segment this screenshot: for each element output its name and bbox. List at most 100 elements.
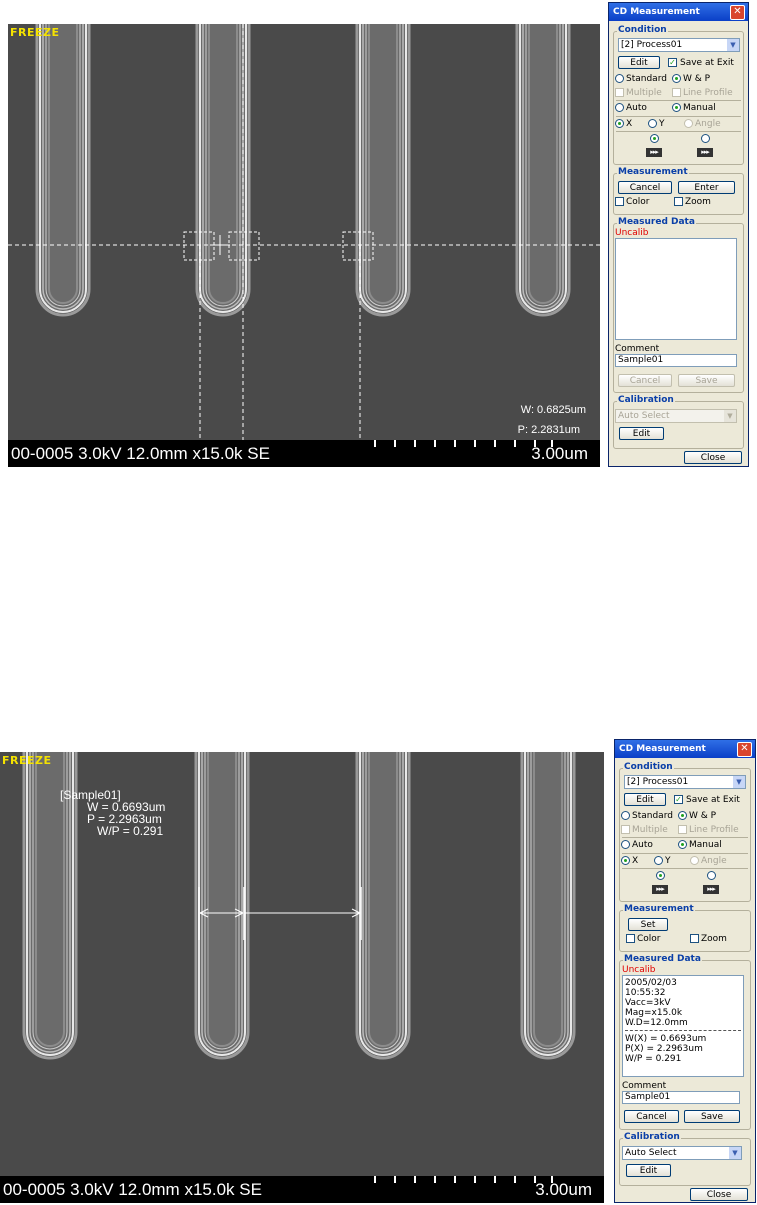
auto-radio[interactable] bbox=[615, 103, 624, 112]
edit-condition-button[interactable]: Edit bbox=[618, 56, 660, 69]
comment-field[interactable]: Sample01 bbox=[615, 354, 737, 367]
direction-radio-2[interactable] bbox=[707, 871, 716, 880]
calibration-select[interactable]: Auto Select ▼ bbox=[615, 409, 737, 423]
wp-radio[interactable] bbox=[672, 74, 681, 83]
direction-radio-1[interactable] bbox=[656, 871, 665, 880]
process-select[interactable]: [2] Process01 ▼ bbox=[624, 775, 746, 789]
measured-data-title: Measured Data bbox=[617, 217, 696, 227]
trench-line bbox=[41, 24, 85, 311]
trench-line bbox=[361, 752, 405, 1054]
x-radio[interactable] bbox=[621, 856, 630, 865]
data-line: 10:55:32 bbox=[625, 988, 666, 998]
condition-title: Condition bbox=[623, 762, 674, 772]
data-line: W(X) = 0.6693um bbox=[625, 1034, 707, 1044]
y-radio[interactable] bbox=[648, 119, 657, 128]
edit-calibration-button[interactable]: Edit bbox=[626, 1164, 671, 1177]
edit-calibration-button[interactable]: Edit bbox=[619, 427, 664, 440]
process-select-value: [2] Process01 bbox=[621, 40, 683, 50]
dialog-titlebar[interactable]: CD Measurement ✕ bbox=[609, 3, 748, 21]
sem-info-text: 00-0005 3.0kV 12.0mm x15.0k SE bbox=[11, 444, 270, 463]
edge-direction-icon: ▸▸▸ bbox=[697, 148, 713, 157]
sem-image-top: FREEZE W: 0.6825um P: 2.2831um 00-0005 3… bbox=[8, 24, 600, 467]
calibration-group: Calibration Auto Select ▼ Edit bbox=[619, 1132, 751, 1186]
measured-data-title: Measured Data bbox=[623, 954, 702, 964]
x-radio[interactable] bbox=[615, 119, 624, 128]
sem-lines-top bbox=[8, 24, 600, 440]
cancel-measurement-button[interactable]: Cancel bbox=[618, 181, 672, 194]
y-radio[interactable] bbox=[654, 856, 663, 865]
calibration-select-value: Auto Select bbox=[618, 411, 670, 421]
calibration-select[interactable]: Auto Select ▼ bbox=[622, 1146, 742, 1160]
x-label: X bbox=[632, 856, 639, 866]
comment-label: Comment bbox=[622, 1081, 667, 1091]
angle-radio[interactable] bbox=[690, 856, 699, 865]
sem-info-text: 00-0005 3.0kV 12.0mm x15.0k SE bbox=[3, 1180, 262, 1199]
x-label: X bbox=[626, 119, 633, 129]
annotation-ratio: W/P = 0.291 bbox=[97, 824, 164, 838]
trench-line bbox=[201, 24, 245, 311]
divider bbox=[622, 868, 748, 869]
close-button[interactable]: Close bbox=[684, 451, 742, 464]
line-profile-checkbox[interactable] bbox=[678, 825, 687, 834]
edge-direction-icon: ▸▸▸ bbox=[703, 885, 719, 894]
color-checkbox[interactable] bbox=[615, 197, 624, 206]
edit-condition-button[interactable]: Edit bbox=[624, 793, 666, 806]
dialog-titlebar[interactable]: CD Measurement ✕ bbox=[615, 740, 755, 758]
zoom-label: Zoom bbox=[685, 197, 711, 207]
standard-label: Standard bbox=[632, 811, 673, 821]
close-icon[interactable]: ✕ bbox=[730, 5, 745, 20]
calibration-title: Calibration bbox=[623, 1132, 681, 1142]
enter-button[interactable]: Enter bbox=[678, 181, 735, 194]
zoom-checkbox[interactable] bbox=[674, 197, 683, 206]
angle-label: Angle bbox=[701, 856, 727, 866]
color-checkbox[interactable] bbox=[626, 934, 635, 943]
cancel-data-button[interactable]: Cancel bbox=[618, 374, 672, 387]
freeze-label: FREEZE bbox=[2, 754, 52, 767]
save-button[interactable]: Save bbox=[678, 374, 735, 387]
multiple-label: Multiple bbox=[626, 88, 662, 98]
save-at-exit-checkbox[interactable]: ✓ bbox=[668, 58, 677, 67]
data-line: W/P = 0.291 bbox=[625, 1054, 682, 1064]
save-button[interactable]: Save bbox=[684, 1110, 740, 1123]
zoom-checkbox[interactable] bbox=[690, 934, 699, 943]
trench-line bbox=[521, 24, 565, 311]
dialog-title: CD Measurement bbox=[613, 7, 700, 17]
sem-info-bar: 00-0005 3.0kV 12.0mm x15.0k SE 3.00um bbox=[8, 440, 600, 467]
angle-radio[interactable] bbox=[684, 119, 693, 128]
chevron-down-icon[interactable]: ▼ bbox=[727, 39, 739, 51]
freeze-label: FREEZE bbox=[10, 26, 60, 39]
standard-radio[interactable] bbox=[615, 74, 624, 83]
chevron-down-icon[interactable]: ▼ bbox=[724, 410, 736, 422]
calibration-select-value: Auto Select bbox=[625, 1148, 677, 1158]
save-at-exit-checkbox[interactable]: ✓ bbox=[674, 795, 683, 804]
auto-label: Auto bbox=[632, 840, 653, 850]
process-select[interactable]: [2] Process01 ▼ bbox=[618, 38, 740, 52]
scale-bar-ticks bbox=[374, 1176, 553, 1183]
comment-field[interactable]: Sample01 bbox=[622, 1091, 740, 1104]
multiple-checkbox[interactable] bbox=[615, 88, 624, 97]
manual-radio[interactable] bbox=[678, 840, 687, 849]
measured-data-list[interactable] bbox=[615, 238, 737, 340]
cancel-data-button[interactable]: Cancel bbox=[624, 1110, 679, 1123]
condition-group: Condition [2] Process01 ▼ Edit ✓ Save at… bbox=[619, 762, 751, 902]
auto-label: Auto bbox=[626, 103, 647, 113]
line-profile-label: Line Profile bbox=[689, 825, 739, 835]
standard-radio[interactable] bbox=[621, 811, 630, 820]
direction-radio-1[interactable] bbox=[650, 134, 659, 143]
divider bbox=[622, 853, 748, 854]
close-icon[interactable]: ✕ bbox=[737, 742, 752, 757]
divider bbox=[616, 116, 741, 117]
manual-radio[interactable] bbox=[672, 103, 681, 112]
set-button[interactable]: Set bbox=[628, 918, 668, 931]
sem-image-bottom: FREEZE [Sample01] W = 0.6693um P = 2.296… bbox=[0, 752, 604, 1203]
direction-radio-2[interactable] bbox=[701, 134, 710, 143]
measured-data-list[interactable]: 2005/02/03 10:55:32 Vacc=3kV Mag=x15.0k … bbox=[622, 975, 744, 1077]
auto-radio[interactable] bbox=[621, 840, 630, 849]
wp-radio[interactable] bbox=[678, 811, 687, 820]
chevron-down-icon[interactable]: ▼ bbox=[729, 1147, 741, 1159]
trench-line bbox=[361, 24, 405, 311]
chevron-down-icon[interactable]: ▼ bbox=[733, 776, 745, 788]
line-profile-checkbox[interactable] bbox=[672, 88, 681, 97]
close-button[interactable]: Close bbox=[690, 1188, 748, 1201]
multiple-checkbox[interactable] bbox=[621, 825, 630, 834]
